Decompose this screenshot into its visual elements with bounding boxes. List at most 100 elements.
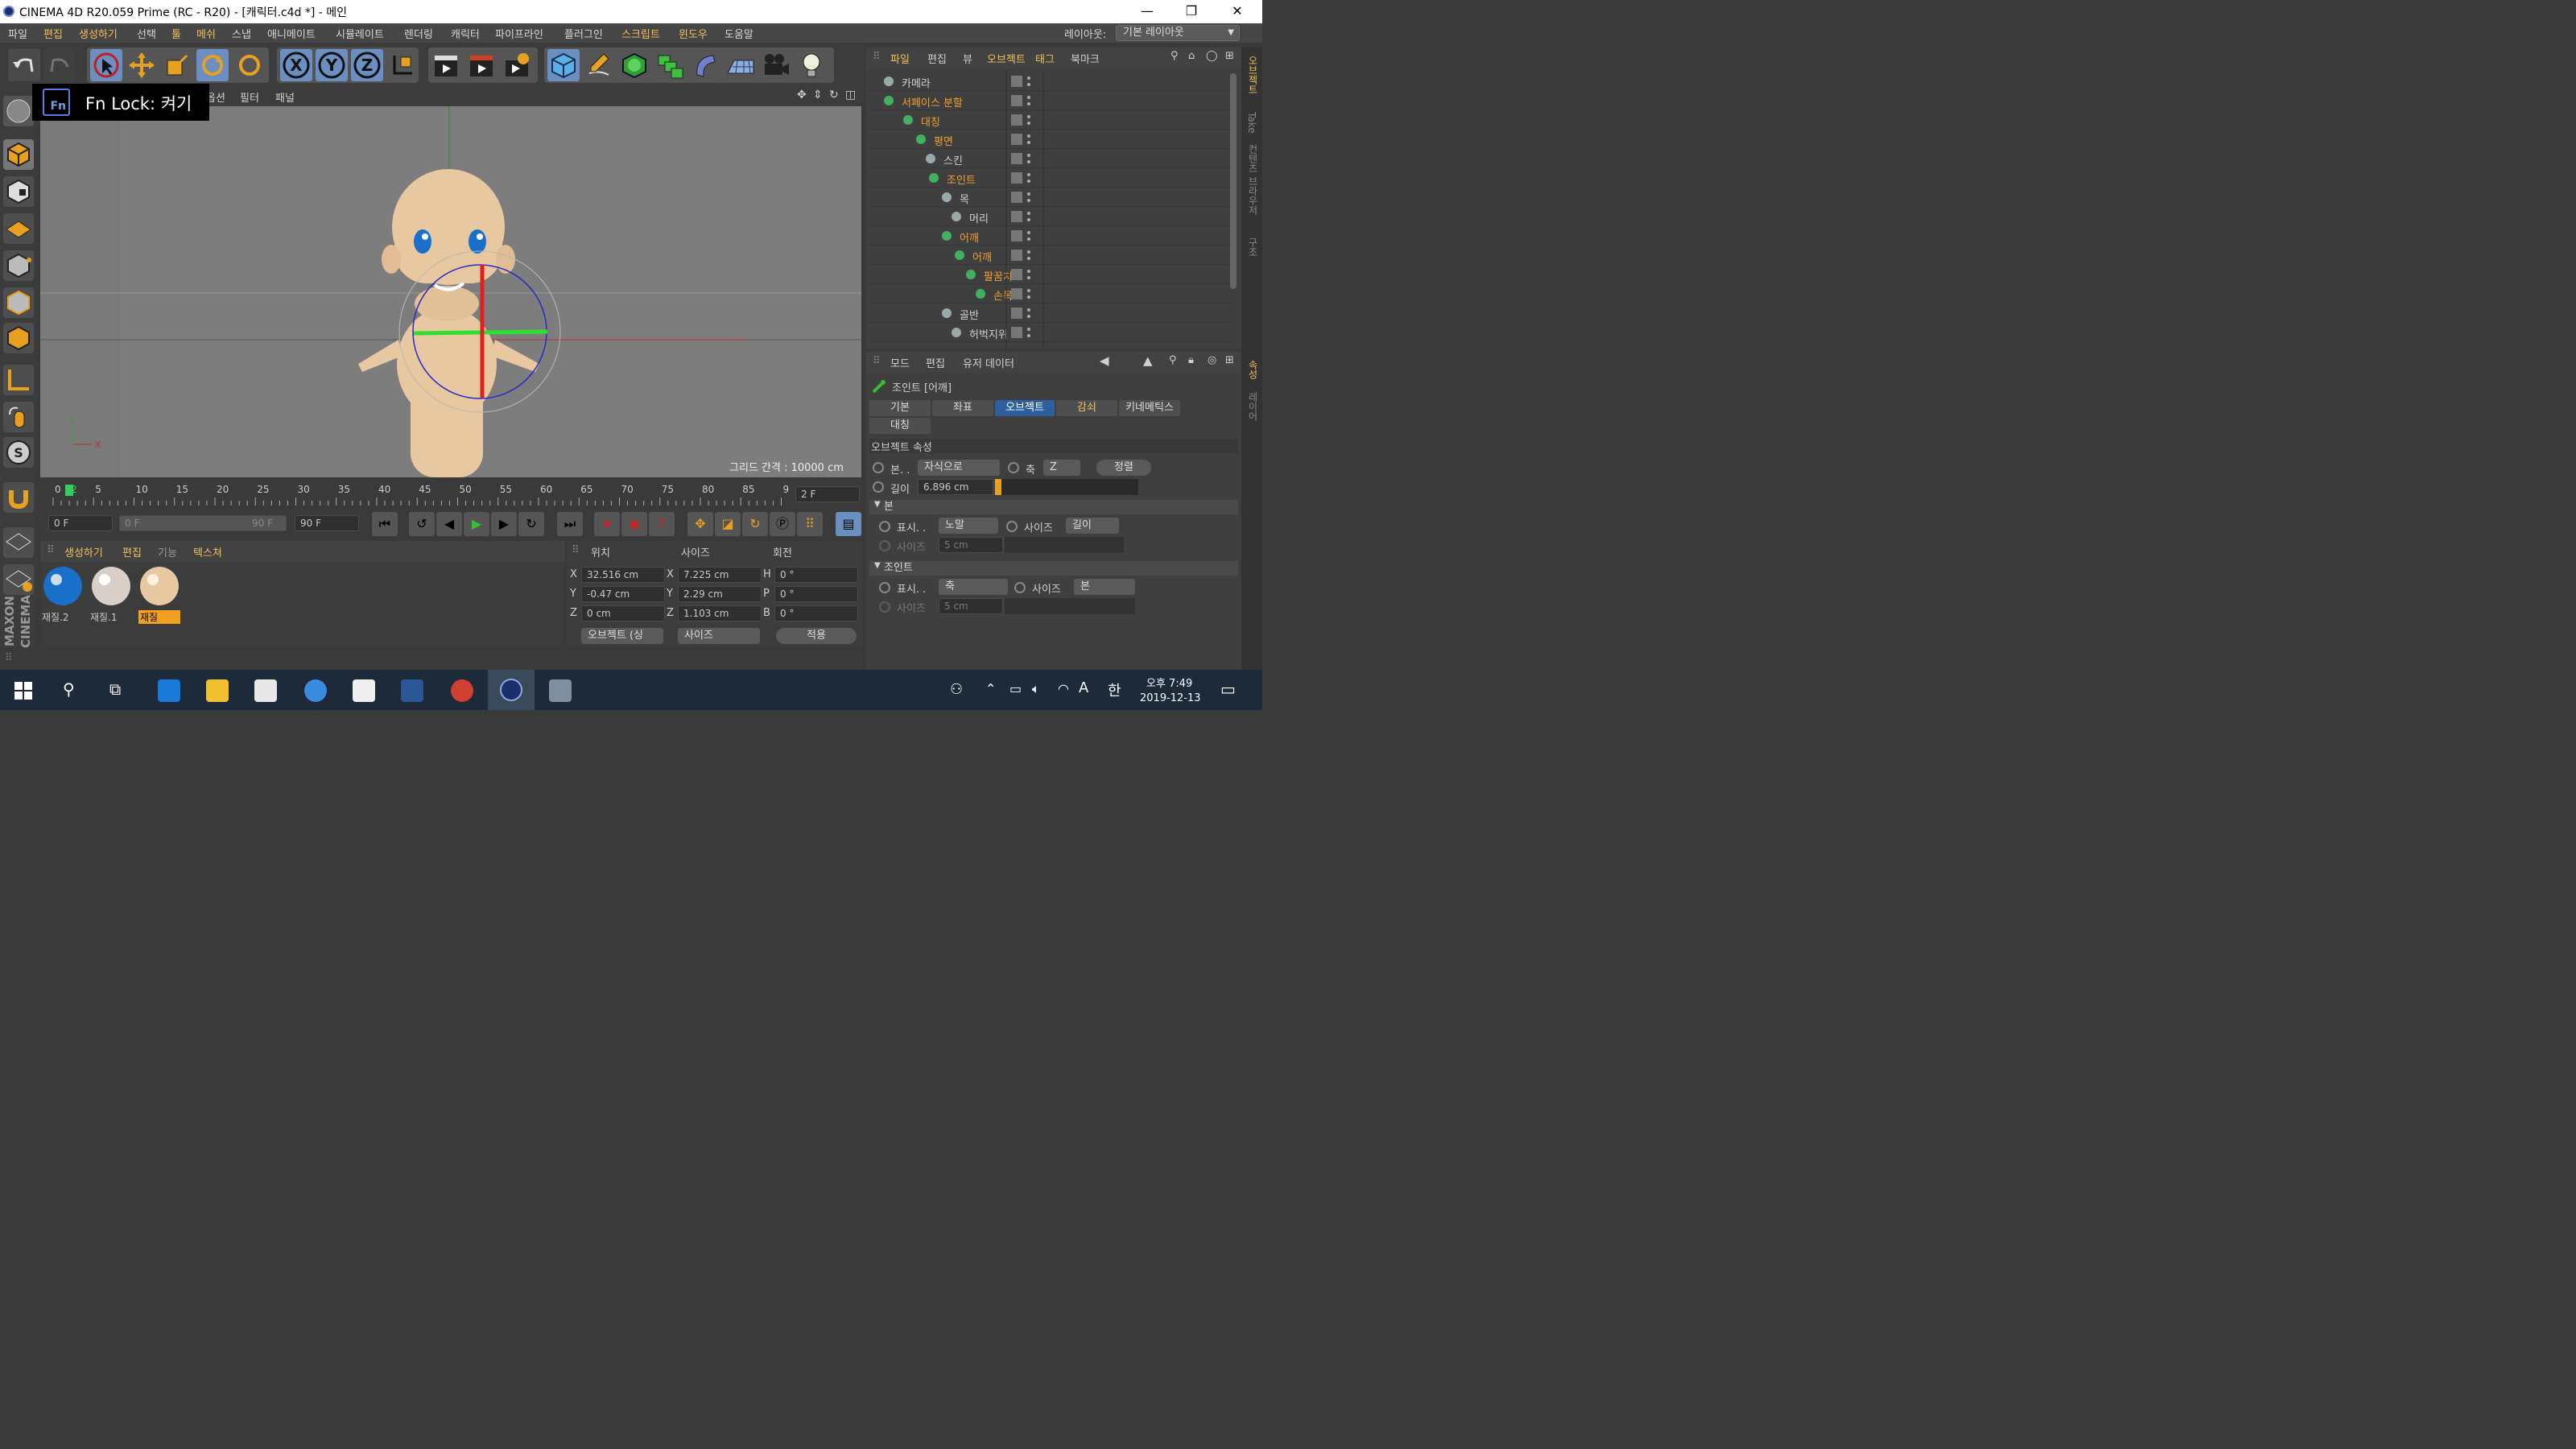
floor-button[interactable] xyxy=(724,49,757,81)
up-arrow-icon[interactable]: ▲ xyxy=(1143,353,1153,368)
rotate-tool-button[interactable] xyxy=(196,49,229,81)
wifi-icon[interactable]: ◠ xyxy=(1058,681,1069,696)
start-frame-field[interactable]: 0 F xyxy=(48,515,113,531)
mail-icon[interactable] xyxy=(353,679,375,702)
size-mode-dropdown[interactable]: 사이즈 xyxy=(678,628,760,644)
file-explorer-icon[interactable] xyxy=(206,679,229,702)
bone-radio[interactable] xyxy=(873,462,884,473)
new-window-icon[interactable]: ⊞ xyxy=(1225,354,1234,366)
bone-size-radio[interactable] xyxy=(1006,521,1018,532)
clock-time[interactable]: 오후 7:49 xyxy=(1146,675,1192,690)
new-window-icon[interactable]: ⊞ xyxy=(1225,50,1234,62)
render-settings-button[interactable] xyxy=(501,49,533,81)
target-icon[interactable]: ◎ xyxy=(1208,354,1216,366)
volume-icon[interactable]: 🔈︎ xyxy=(1032,681,1040,697)
restore-button[interactable]: ❐ xyxy=(1173,0,1210,23)
am-menu-mode[interactable]: 모드 xyxy=(890,355,910,370)
record-parameter-button[interactable]: Ⓟ xyxy=(770,512,795,536)
make-editable-button[interactable] xyxy=(3,96,34,126)
joint-size-dropdown[interactable]: 본 xyxy=(1074,579,1135,595)
battery-icon[interactable]: ▭ xyxy=(1009,681,1022,696)
tweak-mode-button[interactable] xyxy=(3,402,34,432)
y-axis-lock-button[interactable]: Y xyxy=(316,49,348,81)
axis-radio[interactable] xyxy=(1008,462,1019,473)
tab-coordinates[interactable]: 좌표 xyxy=(932,400,993,416)
record-position-button[interactable]: ✥ xyxy=(687,512,713,536)
tab-attributes-vertical[interactable]: 속성 xyxy=(1246,360,1260,379)
x-axis-lock-button[interactable]: X xyxy=(280,49,312,81)
solo-mode-button[interactable]: S xyxy=(3,437,34,468)
coordinate-system-button[interactable] xyxy=(386,49,419,81)
menu-help[interactable]: 도움말 xyxy=(724,26,753,41)
windows-start-icon[interactable] xyxy=(14,682,32,700)
tab-content-browser-vertical[interactable]: 컨텐츠 브라우저 xyxy=(1246,144,1260,215)
om-menu-view[interactable]: 뷰 xyxy=(963,51,972,66)
bone-size-dropdown[interactable]: 길이 xyxy=(1066,518,1119,534)
size-z-field[interactable]: 1.103 cm xyxy=(678,605,762,621)
tab-object[interactable]: 오브젝트 xyxy=(995,400,1055,416)
tab-objects-vertical[interactable]: 오브젝트 xyxy=(1246,56,1260,94)
record-rotation-button[interactable]: ↻ xyxy=(742,512,768,536)
object-manager-scrollbar[interactable] xyxy=(1230,73,1236,289)
om-menu-object[interactable]: 오브젝트 xyxy=(987,51,1026,66)
previous-key-button[interactable]: ↺ xyxy=(409,512,435,536)
workplane-lock-button[interactable] xyxy=(3,527,34,558)
menu-window[interactable]: 윈도우 xyxy=(679,26,708,41)
om-menu-file[interactable]: 파일 xyxy=(890,51,910,66)
task-view-icon[interactable]: ⧉ xyxy=(109,679,121,699)
planar-workplane-button[interactable] xyxy=(3,564,34,595)
am-menu-user-data[interactable]: 유저 데이터 xyxy=(963,355,1014,370)
cube-object-button[interactable] xyxy=(547,49,580,81)
material-swatch[interactable]: 재질.2 xyxy=(42,565,84,623)
joint-display-radio[interactable] xyxy=(879,582,890,593)
length-slider-handle[interactable] xyxy=(995,479,1001,495)
3d-viewport[interactable]: Y X 그리드 간격 : 10000 cm xyxy=(40,106,861,477)
store-icon[interactable] xyxy=(254,679,277,702)
autokey-button[interactable]: ◉ xyxy=(621,512,647,536)
axis-mode-button[interactable] xyxy=(3,365,34,395)
menu-file[interactable]: 파일 xyxy=(8,26,27,41)
position-z-field[interactable]: 0 cm xyxy=(581,605,665,621)
menu-plugins[interactable]: 플러그인 xyxy=(564,26,603,41)
pen-spline-button[interactable] xyxy=(583,49,615,81)
material-menu-texture[interactable]: 텍스쳐 xyxy=(193,544,222,559)
tab-symmetry[interactable]: 대칭 xyxy=(869,418,931,434)
model-mode-button[interactable] xyxy=(3,139,34,170)
rotation-b-field[interactable]: 0 ° xyxy=(774,605,858,621)
chrome-icon[interactable] xyxy=(451,679,473,702)
material-menu-create[interactable]: 생성하기 xyxy=(64,544,103,559)
light-button[interactable] xyxy=(795,49,828,81)
polygons-mode-button[interactable] xyxy=(3,323,34,353)
section-joint[interactable]: 조인트 xyxy=(869,561,1238,576)
panel-grip-icon[interactable]: ⠿ xyxy=(572,544,580,556)
recent-tool-button[interactable] xyxy=(233,49,266,81)
cinema4d-taskbar-button[interactable] xyxy=(488,670,535,710)
bone-display-dropdown[interactable]: 노말 xyxy=(939,518,998,534)
scale-tool-button[interactable] xyxy=(161,49,193,81)
chevron-up-icon[interactable]: ⌃ xyxy=(985,681,996,696)
people-icon[interactable]: ⚇ xyxy=(950,681,963,698)
next-key-button[interactable]: ↻ xyxy=(518,512,544,536)
viewport-menu-panel[interactable]: 패널 xyxy=(275,89,295,105)
menu-edit[interactable]: 편집 xyxy=(43,26,63,41)
bone-size2-slider[interactable] xyxy=(1005,537,1124,553)
points-mode-button[interactable] xyxy=(3,250,34,281)
joint-size2-radio[interactable] xyxy=(879,601,890,613)
array-button[interactable] xyxy=(654,49,686,81)
render-view-button[interactable] xyxy=(430,49,462,81)
subdivision-surface-button[interactable] xyxy=(618,49,650,81)
axis-dropdown[interactable]: Z xyxy=(1043,460,1080,476)
play-button[interactable]: ▶ xyxy=(464,512,489,536)
section-bone[interactable]: 본 xyxy=(869,500,1238,514)
size-y-field[interactable]: 2.29 cm xyxy=(678,586,762,602)
joint-size-radio[interactable] xyxy=(1014,582,1026,593)
preview-range-slider[interactable]: 0 F 90 F xyxy=(119,515,287,531)
panel-grip-icon[interactable]: ⠿ xyxy=(5,652,13,664)
viewport-zoom-icon[interactable]: ⇕ xyxy=(813,89,823,101)
length-slider[interactable] xyxy=(995,479,1138,495)
close-button[interactable]: ✕ xyxy=(1219,0,1256,23)
position-y-field[interactable]: -0.47 cm xyxy=(581,586,665,602)
joint-size2-slider[interactable] xyxy=(1005,598,1135,614)
material-swatch-selected[interactable]: 재질 xyxy=(138,565,180,624)
paint-icon[interactable] xyxy=(549,679,572,702)
